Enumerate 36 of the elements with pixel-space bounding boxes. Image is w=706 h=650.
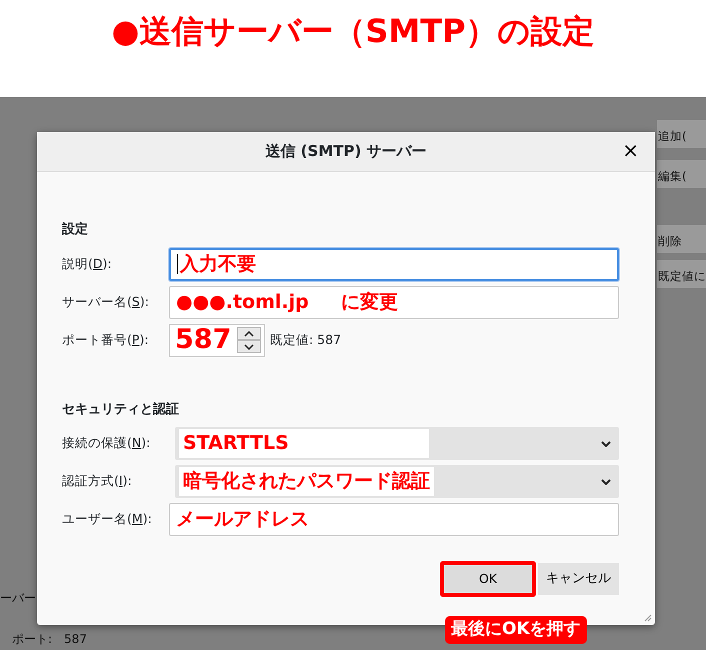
- dropdown[interactable]: STARTTLS: [175, 427, 619, 460]
- section-heading: 設定: [62, 220, 89, 239]
- select-value: STARTTLS: [179, 429, 429, 458]
- default-label: 既定値: 587: [270, 330, 342, 349]
- chevron-icon: [601, 478, 611, 484]
- caret-down-icon: [244, 344, 254, 350]
- port-field[interactable]: 587: [169, 324, 265, 356]
- section-heading: セキュリティと認証: [62, 400, 180, 418]
- side-button[interactable]: 削除: [657, 225, 706, 253]
- spin-down-button[interactable]: [237, 340, 261, 353]
- callout-label: 最後にOKを押す: [445, 616, 587, 644]
- resize-grip-icon[interactable]: [644, 614, 652, 622]
- background-heading: ーバー: [0, 590, 36, 607]
- chevron-icon: [601, 440, 611, 446]
- text-field[interactable]: ●●●.toml.jp に変更: [169, 286, 619, 318]
- select-value: 暗号化されたパスワード認証: [179, 467, 434, 496]
- field-label: ユーザー名(M):: [62, 510, 153, 528]
- page-heading: ●送信サーバー（SMTP）の設定: [111, 12, 595, 50]
- side-button[interactable]: 編集(: [657, 160, 706, 188]
- dialog-title: 送信 (SMTP) サーバー: [265, 141, 427, 162]
- text-field[interactable]: 入力不要: [169, 248, 619, 280]
- field-label: ポート番号(P):: [62, 330, 150, 349]
- port-label: ポート: 587: [12, 631, 87, 648]
- side-button[interactable]: 既定値に: [657, 260, 706, 288]
- field-label: 認証方式(I):: [62, 472, 133, 490]
- side-button[interactable]: 追加(: [657, 120, 706, 148]
- close-button[interactable]: ×: [620, 140, 641, 160]
- caret-up-icon: [244, 330, 254, 336]
- field-label: 説明(D):: [62, 254, 113, 273]
- dropdown[interactable]: 暗号化されたパスワード認証: [175, 465, 619, 498]
- field-label: サーバー名(S):: [62, 292, 150, 311]
- ok-button[interactable]: OK: [440, 561, 536, 597]
- field-label: 接続の保護(N):: [62, 434, 152, 452]
- spin-up-button[interactable]: [237, 327, 261, 340]
- text-field[interactable]: メールアドレス: [169, 503, 619, 536]
- cancel-button[interactable]: キャンセル: [538, 563, 619, 595]
